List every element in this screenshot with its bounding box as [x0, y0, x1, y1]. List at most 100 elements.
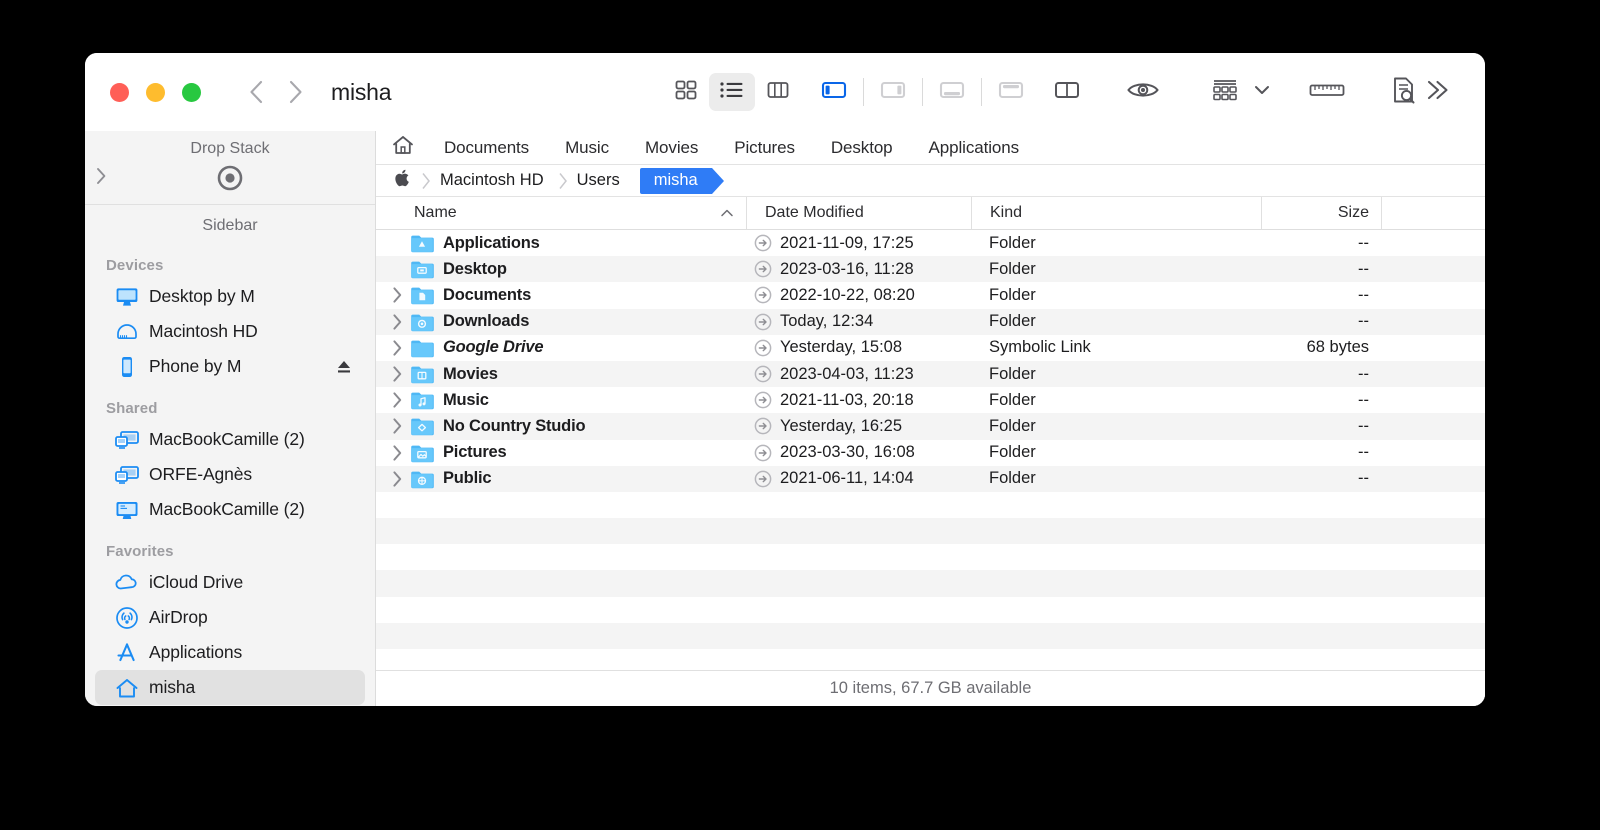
bottom-pane-toggle-button[interactable] [929, 73, 975, 111]
sidebar-item-label: iCloud Drive [149, 572, 244, 592]
row-name-cell: Desktop [376, 259, 746, 279]
arrange-button[interactable] [1203, 73, 1247, 111]
overflow-button[interactable] [1415, 73, 1461, 111]
sidebar-toggle-button[interactable] [811, 73, 857, 111]
sidebar-item-applications[interactable]: Applications [95, 635, 365, 670]
column-header-kind[interactable]: Kind [971, 197, 1261, 229]
disclosure-triangle-icon[interactable] [386, 470, 408, 488]
sidebar-item-phone-by-m[interactable]: Phone by M [95, 349, 365, 384]
column-header-size[interactable]: Size [1261, 197, 1381, 229]
favorites-bar: Documents Music Movies Pictures Desktop Appli… [376, 131, 1485, 165]
sidebar-item-misha[interactable]: misha [95, 670, 365, 705]
disclosure-triangle-icon[interactable] [386, 286, 408, 304]
grid-view-icon [674, 78, 698, 107]
table-row[interactable]: Pictures 2023-03-30, 16:08 Folder -- [376, 440, 1485, 466]
ruler-button[interactable] [1299, 73, 1355, 111]
empty-row[interactable] [376, 622, 1485, 649]
row-kind-cell: Folder [989, 416, 1036, 435]
arrow-right-circle-icon[interactable] [746, 313, 780, 331]
folder-public-icon [408, 469, 436, 489]
column-header-name[interactable]: Name [376, 197, 746, 229]
disclosure-triangle-icon[interactable] [386, 417, 408, 435]
drop-stack-target[interactable] [85, 165, 375, 195]
favorite-link-applications[interactable]: Applications [929, 138, 1020, 158]
arrow-right-circle-icon[interactable] [746, 417, 780, 435]
forward-button[interactable] [283, 77, 309, 107]
favorite-link-desktop[interactable]: Desktop [831, 138, 893, 158]
table-row[interactable]: Public 2021-06-11, 14:04 Folder -- [376, 465, 1485, 492]
path-crumb-misha[interactable]: misha [639, 167, 724, 194]
split-pane-button[interactable] [1044, 73, 1090, 111]
column-header-date-modified[interactable]: Date Modified [746, 197, 971, 229]
close-button[interactable] [110, 82, 129, 102]
sidebar-item-label: AirDrop [149, 607, 208, 627]
empty-row[interactable] [376, 544, 1485, 570]
favorite-link-documents[interactable]: Documents [444, 138, 529, 158]
column-label-date: Date Modified [765, 204, 864, 221]
table-row[interactable]: Documents 2022-10-22, 08:20 Folder -- [376, 282, 1485, 308]
table-row[interactable]: Desktop 2023-03-16, 11:28 Folder -- [376, 256, 1485, 283]
table-row[interactable]: Google Drive Yesterday, 15:08 Symbolic Lin… [376, 335, 1485, 361]
path-crumb-apple[interactable] [386, 168, 421, 194]
disclosure-triangle-icon[interactable] [386, 313, 408, 331]
disclosure-triangle-icon[interactable] [386, 365, 408, 383]
path-crumb-macintosh-hd[interactable]: Macintosh HD [428, 168, 558, 194]
arrow-right-circle-icon[interactable] [746, 391, 780, 409]
bottom-pane-toggle-icon [939, 78, 965, 107]
arrange-menu-button[interactable] [1247, 73, 1277, 111]
folder-movies-icon [408, 364, 436, 384]
arrow-right-circle-icon[interactable] [746, 470, 780, 488]
table-row[interactable]: No Country Studio Yesterday, 16:25 Folder -… [376, 413, 1485, 440]
sidebar-title: Sidebar [202, 217, 258, 234]
folder-desktop-icon [408, 259, 436, 279]
list-view-button[interactable] [709, 73, 755, 111]
sidebar-item-macintosh-hd[interactable]: Macintosh HD [95, 314, 365, 349]
row-kind-cell: Folder [989, 233, 1036, 252]
airdrop-icon [114, 606, 140, 630]
grid-view-button[interactable] [663, 73, 709, 111]
sidebar-item-label: MacBookCamille (2) [149, 499, 305, 519]
arrow-right-circle-icon[interactable] [746, 365, 780, 383]
row-date-cell: 2021-11-09, 17:25 [746, 234, 971, 253]
maximize-button[interactable] [182, 82, 201, 102]
path-crumb-users[interactable]: Users [565, 168, 634, 194]
favorite-link-pictures[interactable]: Pictures [734, 138, 795, 158]
sidebar-item-orfe-agn-s[interactable]: ORFE-Agnès [95, 457, 365, 492]
top-pane-toggle-button[interactable] [988, 73, 1034, 111]
sidebar-item-desktop-by-m[interactable]: Desktop by M [95, 279, 365, 314]
sidebar-item-macbookcamille-2[interactable]: MacBookCamille (2) [95, 422, 365, 457]
right-pane-toggle-button[interactable] [870, 73, 916, 111]
table-row[interactable]: Music 2021-11-03, 20:18 Folder -- [376, 387, 1485, 413]
back-button[interactable] [243, 77, 269, 107]
empty-row[interactable] [376, 492, 1485, 518]
file-list[interactable]: Applications 2021-11-09, 17:25 Folder -- Des… [376, 230, 1485, 670]
row-date-cell: Today, 12:34 [746, 312, 971, 331]
table-row[interactable]: Movies 2023-04-03, 11:23 Folder -- [376, 360, 1485, 388]
disclosure-triangle-icon[interactable] [386, 339, 408, 357]
arrow-right-circle-icon[interactable] [746, 234, 780, 252]
column-view-button[interactable] [755, 73, 801, 111]
arrow-right-circle-icon[interactable] [746, 339, 780, 357]
arrow-right-circle-icon[interactable] [746, 286, 780, 304]
favorite-link-movies[interactable]: Movies [645, 138, 698, 158]
empty-row[interactable] [376, 518, 1485, 545]
disclosure-triangle-icon[interactable] [386, 444, 408, 462]
table-row[interactable]: Downloads Today, 12:34 Folder -- [376, 308, 1485, 335]
favorites-home-button[interactable] [392, 134, 414, 161]
minimize-button[interactable] [146, 82, 165, 102]
disclosure-triangle-icon[interactable] [386, 391, 408, 409]
table-row[interactable]: Applications 2021-11-09, 17:25 Folder -- [376, 230, 1485, 256]
eject-icon[interactable] [335, 358, 353, 376]
sidebar-item-icloud-drive[interactable]: iCloud Drive [95, 565, 365, 600]
preview-button[interactable] [1115, 73, 1171, 111]
folder-dropbox-icon [408, 416, 436, 436]
arrow-right-circle-icon[interactable] [746, 260, 780, 278]
sidebar-item-macbookcamille-2[interactable]: MacBookCamille (2) [95, 492, 365, 527]
arrow-right-circle-icon[interactable] [746, 444, 780, 462]
sidebar-item-label: Desktop by M [149, 286, 255, 306]
sidebar-item-airdrop[interactable]: AirDrop [95, 600, 365, 635]
empty-row[interactable] [376, 570, 1485, 597]
favorite-link-music[interactable]: Music [565, 138, 609, 158]
empty-row[interactable] [376, 597, 1485, 623]
drop-stack-collapse-button[interactable] [91, 167, 111, 189]
